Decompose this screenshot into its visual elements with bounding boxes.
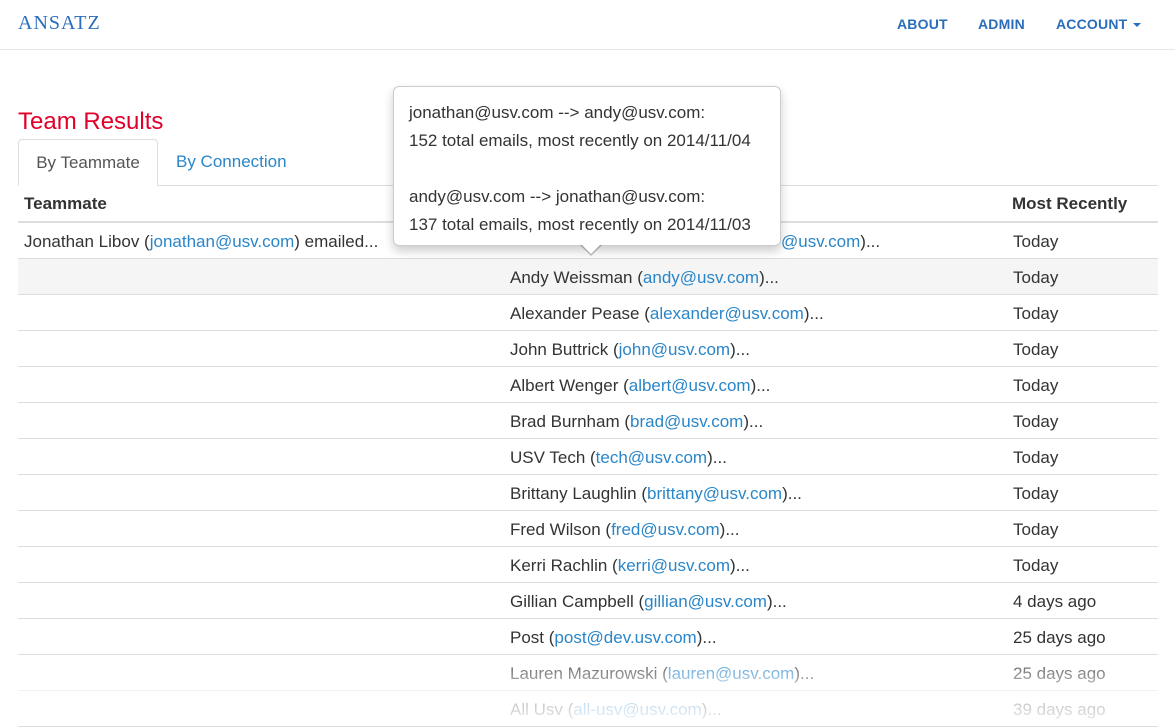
hidden-connection-cell: @usv.com)... [781,232,880,252]
connection-email-link[interactable]: brad@usv.com [630,412,743,431]
teammate-email-link[interactable]: jonathan@usv.com [150,232,295,251]
top-navbar: ANSATZ ABOUT ADMIN ACCOUNT [0,0,1175,50]
connection-cell: Brad Burnham (brad@usv.com)... [510,412,764,431]
recent-cell: 25 days ago [1013,628,1106,647]
recent-cell: Today [1013,268,1059,287]
recent-cell: Today [1013,304,1059,323]
connection-cell: USV Tech (tech@usv.com)... [510,448,727,467]
table-row: John Buttrick (john@usv.com)... Today [18,331,1158,367]
recent-cell: Today [1013,556,1059,575]
connection-cell: Post (post@dev.usv.com)... [510,628,717,647]
table-row: Fred Wilson (fred@usv.com)... Today [18,511,1158,547]
connection-cell: Andy Weissman (andy@usv.com)... [510,268,779,287]
caret-down-icon [1133,23,1142,28]
popover-line-3: andy@usv.com --> jonathan@usv.com: [409,187,706,206]
recent-cell: Today [1013,520,1059,539]
brand-logo[interactable]: ANSATZ [18,12,101,35]
connection-cell: Albert Wenger (albert@usv.com)... [510,376,771,395]
table-row: Albert Wenger (albert@usv.com)... Today [18,367,1158,403]
recent-cell: 25 days ago [1013,664,1106,683]
connection-cell: Fred Wilson (fred@usv.com)... [510,520,740,539]
connection-cell: Alexander Pease (alexander@usv.com)... [510,304,824,323]
connection-email-link[interactable]: tech@usv.com [596,448,707,467]
connection-email-link[interactable]: post@dev.usv.com [554,628,696,647]
connection-name: Gillian Campbell [510,592,634,611]
connection-cell: Brittany Laughlin (brittany@usv.com)... [510,484,802,503]
header-most-recently: Most Recently [1012,194,1128,213]
connection-name: Brittany Laughlin [510,484,637,503]
recent-cell: Today [1013,376,1059,395]
connection-name: USV Tech [510,448,586,467]
nav-admin-link[interactable]: ADMIN [978,16,1025,32]
connection-rows: Andy Weissman (andy@usv.com)... Today Alex… [18,259,1158,727]
connection-cell: All Usv (all-usv@usv.com)... [510,700,722,719]
table-row: Brad Burnham (brad@usv.com)... Today [18,403,1158,439]
popover-line-1: jonathan@usv.com --> andy@usv.com: [409,103,706,122]
popover-spacer [409,155,765,183]
table-row: Brittany Laughlin (brittany@usv.com)... T… [18,475,1158,511]
connection-email-link[interactable]: john@usv.com [619,340,730,359]
connection-cell: Lauren Mazurowski (lauren@usv.com)... [510,664,815,683]
page-title: Team Results [18,108,164,135]
email-stats-popover: jonathan@usv.com --> andy@usv.com: 152 t… [393,86,781,256]
table-row: Lauren Mazurowski (lauren@usv.com)... 25 … [18,655,1158,691]
recent-cell: Today [1013,448,1059,467]
header-teammate: Teammate [24,194,107,213]
popover-line-2: 152 total emails, most recently on 2014/… [409,131,751,150]
nav-about-link[interactable]: ABOUT [897,16,948,32]
connection-cell: Kerri Rachlin (kerri@usv.com)... [510,556,750,575]
connection-email-link[interactable]: kerri@usv.com [618,556,730,575]
nav-account-dropdown[interactable]: ACCOUNT [1056,16,1142,32]
table-row: USV Tech (tech@usv.com)... Today [18,439,1158,475]
recent-cell: Today [1013,340,1059,359]
connection-email-link[interactable]: lauren@usv.com [668,664,795,683]
connection-email-link[interactable]: @usv.com [781,232,860,251]
connection-cell: John Buttrick (john@usv.com)... [510,340,750,359]
connection-name: Lauren Mazurowski [510,664,658,683]
table-row: Andy Weissman (andy@usv.com)... Today [18,259,1158,295]
connection-email-link[interactable]: fred@usv.com [611,520,720,539]
connection-email-link[interactable]: andy@usv.com [643,268,759,287]
recent-cell: Today [1013,412,1059,431]
recent-cell: Today [1013,484,1059,503]
teammate-name: Jonathan Libov [24,232,140,251]
connection-name: Post [510,628,545,647]
teammate-cell: Jonathan Libov (jonathan@usv.com) emaile… [24,232,379,251]
table-row: Gillian Campbell (gillian@usv.com)... 4 d… [18,583,1158,619]
connection-email-link[interactable]: all-usv@usv.com [573,700,701,719]
tab-by-teammate[interactable]: By Teammate [18,139,158,186]
connection-name: Andy Weissman [510,268,633,287]
recent-cell: Today [1013,232,1059,251]
table-row: All Usv (all-usv@usv.com)... 39 days ago [18,691,1158,727]
table-row: Alexander Pease (alexander@usv.com)... To… [18,295,1158,331]
connection-name: Albert Wenger [510,376,619,395]
connection-name: John Buttrick [510,340,609,359]
popover-line-4: 137 total emails, most recently on 2014/… [409,215,751,234]
connection-name: Kerri Rachlin [510,556,608,575]
recent-cell: 4 days ago [1013,592,1097,611]
connection-name: Alexander Pease [510,304,640,323]
connection-name: All Usv [510,700,563,719]
popover-arrow [580,244,602,256]
connection-email-link[interactable]: gillian@usv.com [644,592,767,611]
connection-email-link[interactable]: albert@usv.com [629,376,751,395]
table-row: Post (post@dev.usv.com)... 25 days ago [18,619,1158,655]
connection-name: Brad Burnham [510,412,620,431]
connection-cell: Gillian Campbell (gillian@usv.com)... [510,592,787,611]
tab-by-connection[interactable]: By Connection [160,139,303,185]
teammate-suffix: emailed... [299,232,379,251]
connection-suffix: )... [860,232,881,251]
nav-account-label: ACCOUNT [1056,16,1128,32]
results-table: Teammate Most Recently Jonathan Libov (j… [18,185,1158,727]
connection-name: Fred Wilson [510,520,601,539]
recent-cell: 39 days ago [1013,700,1106,719]
connection-email-link[interactable]: brittany@usv.com [647,484,782,503]
connection-email-link[interactable]: alexander@usv.com [650,304,804,323]
table-row: Kerri Rachlin (kerri@usv.com)... Today [18,547,1158,583]
